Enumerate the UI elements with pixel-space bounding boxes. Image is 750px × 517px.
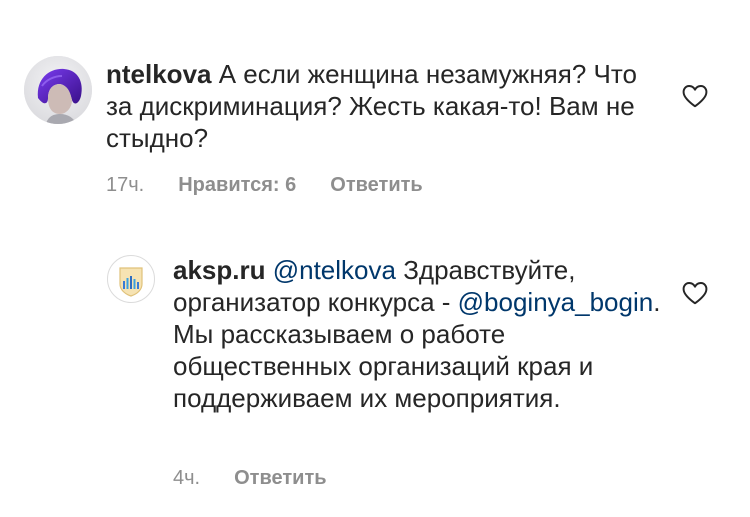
- reply-username[interactable]: aksp.ru: [173, 255, 266, 285]
- comment-body: ntelkova А если женщина незамужняя? Что …: [106, 58, 666, 154]
- mention-link[interactable]: @boginya_bogin: [458, 287, 654, 317]
- reply-meta: 4ч. Ответить: [173, 466, 327, 490]
- heart-icon[interactable]: [682, 84, 708, 108]
- mention-link[interactable]: @ntelkova: [273, 255, 396, 285]
- comment-meta: 17ч. Нравится: 6 Ответить: [106, 173, 423, 197]
- reply-body: aksp.ru @ntelkova Здравствуйте, организа…: [173, 254, 663, 414]
- reply-time: 4ч.: [173, 467, 201, 489]
- reply-button[interactable]: Ответить: [234, 466, 326, 490]
- aksp-avatar[interactable]: [107, 255, 155, 303]
- reply-button[interactable]: Ответить: [330, 173, 422, 197]
- user-avatar[interactable]: [24, 56, 92, 124]
- heart-icon[interactable]: [682, 281, 708, 305]
- avatar-photo-icon: [24, 56, 92, 124]
- comment-likes[interactable]: Нравится: 6: [178, 173, 296, 197]
- comment-time: 17ч.: [106, 174, 145, 196]
- aksp-logo-icon: [119, 267, 143, 297]
- comment-username[interactable]: ntelkova: [106, 59, 212, 89]
